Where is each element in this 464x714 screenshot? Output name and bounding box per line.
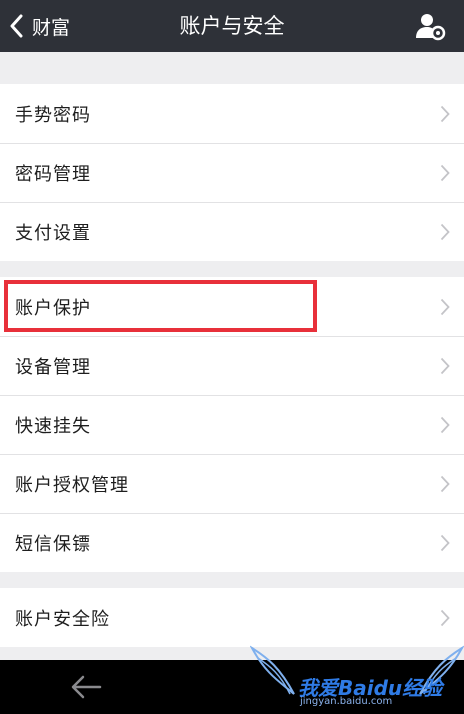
top-nav-bar: 财富 账户与安全 <box>0 0 464 52</box>
chevron-right-icon <box>440 357 450 375</box>
settings-group-basic: 手势密码 密码管理 支付设置 <box>0 84 464 261</box>
chevron-right-icon <box>440 164 450 182</box>
row-label: 设备管理 <box>15 356 91 378</box>
row-account-protection[interactable]: 账户保护 <box>0 277 464 336</box>
row-label: 手势密码 <box>15 104 91 126</box>
row-quick-report-loss[interactable]: 快速挂失 <box>0 395 464 454</box>
row-gesture-password[interactable]: 手势密码 <box>0 84 464 143</box>
row-label: 短信保镖 <box>15 533 91 555</box>
chevron-right-icon <box>440 298 450 316</box>
row-label: 密码管理 <box>15 163 91 185</box>
row-label: 快速挂失 <box>15 415 91 437</box>
settings-group-insurance: 账户安全险 <box>0 588 464 647</box>
settings-group-protection: 账户保护 设备管理 快速挂失 账户授权管理 短信保镖 <box>0 277 464 572</box>
chevron-right-icon <box>440 223 450 241</box>
row-sms-guard[interactable]: 短信保镖 <box>0 513 464 572</box>
row-account-authorization[interactable]: 账户授权管理 <box>0 454 464 513</box>
chevron-right-icon <box>440 534 450 552</box>
row-label: 账户保护 <box>15 297 91 319</box>
row-label: 账户授权管理 <box>15 474 129 496</box>
user-settings-icon[interactable] <box>414 10 446 42</box>
chevron-right-icon <box>440 416 450 434</box>
row-label: 账户安全险 <box>15 608 110 630</box>
chevron-right-icon <box>440 609 450 627</box>
system-nav-bar <box>0 660 464 714</box>
page-title: 账户与安全 <box>179 14 285 38</box>
row-device-management[interactable]: 设备管理 <box>0 336 464 395</box>
row-account-insurance[interactable]: 账户安全险 <box>0 588 464 647</box>
nav-back-arrow-icon[interactable] <box>70 673 102 701</box>
row-payment-settings[interactable]: 支付设置 <box>0 202 464 261</box>
row-label: 支付设置 <box>15 222 91 244</box>
row-password-management[interactable]: 密码管理 <box>0 143 464 202</box>
chevron-right-icon <box>440 475 450 493</box>
chevron-right-icon <box>440 105 450 123</box>
